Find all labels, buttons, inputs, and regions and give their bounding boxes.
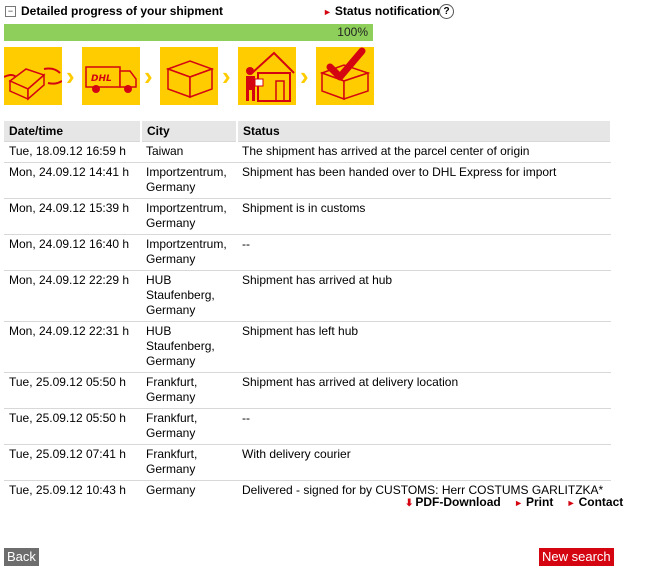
table-row: Mon, 24.09.12 14:41 h Importzentrum, Germ…: [4, 162, 611, 199]
print-link[interactable]: ► Print: [514, 495, 553, 509]
table-row: Tue, 18.09.12 16:59 h Taiwan The shipment …: [4, 141, 611, 163]
chevron-right-icon: ›: [66, 61, 75, 91]
status-cell: The shipment has arrived at the parcel c…: [237, 141, 611, 163]
table-row: Mon, 24.09.12 22:29 h HUB Staufenberg, Ge…: [4, 270, 611, 322]
arrow-right-icon: ►: [566, 498, 576, 508]
datetime-cell: Mon, 24.09.12 15:39 h: [4, 198, 141, 235]
status-notification-link[interactable]: ► Status notification: [323, 4, 440, 18]
city-cell: Importzentrum, Germany: [141, 162, 237, 199]
column-header-status: Status: [237, 121, 612, 142]
back-button[interactable]: Back: [4, 548, 39, 566]
chevron-right-icon: ›: [222, 61, 231, 91]
datetime-cell: Tue, 25.09.12 05:50 h: [4, 372, 141, 409]
datetime-cell: Tue, 25.09.12 07:41 h: [4, 444, 141, 481]
status-cell: --: [237, 408, 611, 445]
table-row: Mon, 24.09.12 22:31 h HUB Staufenberg, Ge…: [4, 321, 611, 373]
datetime-cell: Tue, 25.09.12 10:43 h: [4, 480, 141, 501]
dhl-truck-icon: DHL: [82, 47, 140, 105]
datetime-cell: Mon, 24.09.12 14:41 h: [4, 162, 141, 199]
city-cell: Frankfurt, Germany: [141, 372, 237, 409]
shipment-history-table: Date/time City Status Tue, 18.09.12 16:5…: [4, 121, 612, 501]
delivered-checkmark-icon: [316, 47, 374, 105]
datetime-cell: Mon, 24.09.12 16:40 h: [4, 234, 141, 271]
status-cell: Shipment has arrived at delivery locatio…: [237, 372, 611, 409]
section-title: Detailed progress of your shipment: [21, 4, 224, 18]
collapse-toggle-button[interactable]: −: [5, 6, 16, 17]
arrow-right-icon: ►: [323, 7, 332, 17]
contact-link[interactable]: ► Contact: [567, 495, 624, 509]
datetime-cell: Tue, 18.09.12 16:59 h: [4, 141, 141, 163]
progress-bar: 100%: [4, 24, 373, 41]
shipment-progress-header: − Detailed progress of your shipment ► St…: [5, 4, 460, 22]
city-cell: Germany: [141, 480, 237, 501]
table-row: Tue, 25.09.12 05:50 h Frankfurt, Germany S…: [4, 372, 611, 409]
status-cell: Shipment has arrived at hub: [237, 270, 611, 322]
status-cell: Shipment is in customs: [237, 198, 611, 235]
pdf-download-label: PDF-Download: [415, 495, 501, 509]
svg-text:DHL: DHL: [91, 74, 112, 84]
table-row: Tue, 25.09.12 05:50 h Frankfurt, Germany -…: [4, 408, 611, 445]
chevron-right-icon: ›: [300, 61, 309, 91]
city-cell: Importzentrum, Germany: [141, 198, 237, 235]
city-cell: HUB Staufenberg, Germany: [141, 321, 237, 373]
city-cell: Taiwan: [141, 141, 237, 163]
download-arrow-icon: ⬇: [405, 498, 414, 509]
table-header-row: Date/time City Status: [4, 121, 612, 142]
status-cell: Shipment has been handed over to DHL Exp…: [237, 162, 611, 199]
table-row: Mon, 24.09.12 16:40 h Importzentrum, Germ…: [4, 234, 611, 271]
datetime-cell: Tue, 25.09.12 05:50 h: [4, 408, 141, 445]
print-label: Print: [525, 495, 554, 509]
city-cell: Importzentrum, Germany: [141, 234, 237, 271]
table-row: Tue, 25.09.12 07:41 h Frankfurt, Germany W…: [4, 444, 611, 481]
status-cell: --: [237, 234, 611, 271]
city-cell: HUB Staufenberg, Germany: [141, 270, 237, 322]
pdf-download-link[interactable]: ⬇ PDF-Download: [405, 495, 501, 509]
table-row: Mon, 24.09.12 15:39 h Importzentrum, Germ…: [4, 198, 611, 235]
arrow-right-icon: ►: [514, 498, 523, 508]
city-cell: Frankfurt, Germany: [141, 444, 237, 481]
help-icon[interactable]: ?: [439, 4, 454, 19]
parcel-box-icon: [160, 47, 218, 105]
datetime-cell: Mon, 24.09.12 22:29 h: [4, 270, 141, 322]
city-cell: Frankfurt, Germany: [141, 408, 237, 445]
progress-fill: [4, 24, 373, 41]
new-search-button[interactable]: New search: [539, 548, 614, 566]
datetime-cell: Mon, 24.09.12 22:31 h: [4, 321, 141, 373]
column-header-datetime: Date/time: [4, 121, 142, 142]
status-cell: Shipment has left hub: [237, 321, 611, 373]
chevron-right-icon: ›: [144, 61, 153, 91]
column-header-city: City: [141, 121, 238, 142]
parcel-handover-icon: [4, 47, 62, 105]
progress-label: 100%: [337, 25, 368, 39]
footer-links: ⬇ PDF-Download ► Print ► Contact: [405, 495, 633, 509]
status-cell: With delivery courier: [237, 444, 611, 481]
contact-label: Contact: [578, 495, 624, 509]
status-notification-label: Status notification: [334, 4, 440, 18]
courier-delivery-icon: [238, 47, 296, 105]
